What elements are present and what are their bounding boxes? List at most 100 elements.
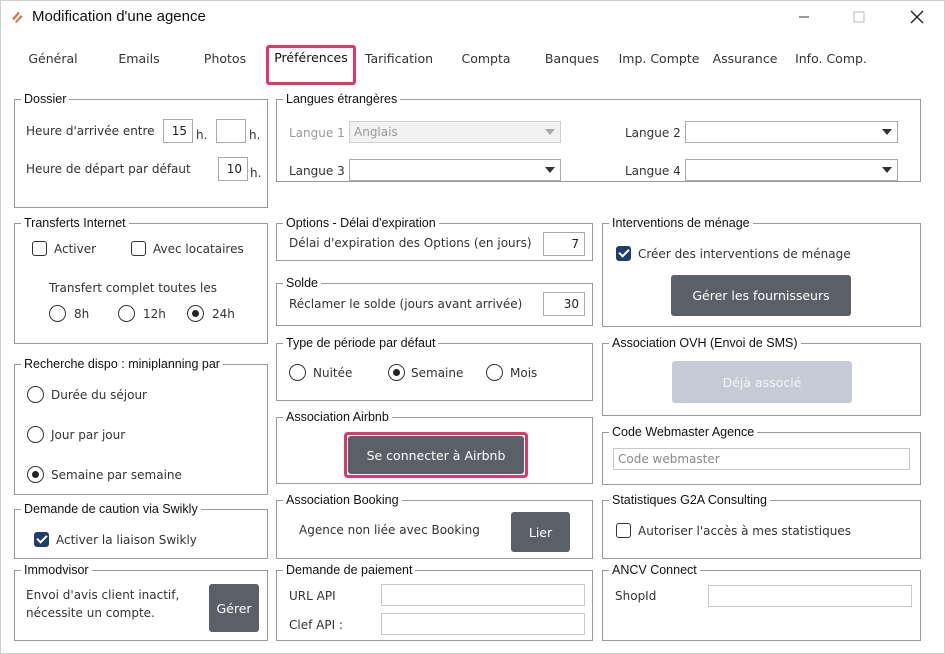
shopid-input[interactable] <box>708 585 912 607</box>
cleaning-title: Interventions de ménage <box>612 216 750 230</box>
language-2-label: Langue 2 <box>625 126 681 140</box>
radio-24h[interactable] <box>187 305 204 322</box>
tab-photos[interactable]: Photos <box>204 51 246 66</box>
tab-banques[interactable]: Banques <box>545 51 599 66</box>
radio-semaine-par-semaine[interactable] <box>27 466 44 483</box>
minimize-button[interactable] <box>789 5 819 29</box>
arrival-to-unit: h. <box>249 128 261 142</box>
stats-checkbox[interactable] <box>616 523 631 538</box>
radio-8h[interactable] <box>49 305 66 322</box>
arrival-to-input[interactable] <box>216 119 246 143</box>
balance-input[interactable]: 30 <box>543 292 585 316</box>
tab-emails[interactable]: Emails <box>118 51 159 66</box>
radio-duree-sejour-label: Durée du séjour <box>51 388 147 402</box>
immodvisor-title: Immodvisor <box>24 563 89 577</box>
clef-api-label: Clef API : <box>289 618 343 632</box>
radio-8h-label: 8h <box>74 307 90 321</box>
radio-mois-label: Mois <box>510 366 538 380</box>
tab-compta[interactable]: Compta <box>461 51 510 66</box>
url-api-label: URL API <box>289 589 336 603</box>
language-3-select[interactable] <box>349 159 561 181</box>
swikly-label: Activer la liaison Swikly <box>56 533 197 547</box>
tab-tarification[interactable]: Tarification <box>365 51 433 66</box>
minimize-icon <box>799 16 809 18</box>
radio-12h-label: 12h <box>143 307 166 321</box>
radio-nuitee-label: Nuitée <box>313 366 353 380</box>
stats-label: Autoriser l'accès à mes statistiques <box>638 524 851 538</box>
arrival-from-unit: h. <box>196 128 208 142</box>
immodvisor-line-1: Envoi d'avis client inactif, <box>26 588 180 602</box>
tab-imp-compte[interactable]: Imp. Compte <box>619 51 700 66</box>
clef-api-input[interactable] <box>381 613 585 635</box>
language-4-select[interactable] <box>685 159 898 181</box>
radio-semaine[interactable] <box>388 364 405 381</box>
booking-title: Association Booking <box>286 493 399 507</box>
avec-locataires-checkbox[interactable] <box>131 241 146 256</box>
radio-semaine-par-semaine-label: Semaine par semaine <box>51 468 182 482</box>
airbnb-title: Association Airbnb <box>286 410 389 424</box>
tab-assurance[interactable]: Assurance <box>713 51 778 66</box>
transfers-group: Transferts Internet <box>14 216 268 344</box>
language-4-label: Langue 4 <box>625 164 681 178</box>
maximize-icon <box>853 11 865 23</box>
swikly-group: Demande de caution via Swikly <box>14 502 268 559</box>
options-expiration-title: Options - Délai d'expiration <box>286 216 436 230</box>
webmaster-title: Code Webmaster Agence <box>612 425 755 439</box>
activer-label: Activer <box>54 242 97 256</box>
activer-checkbox[interactable] <box>32 241 47 256</box>
swikly-checkbox[interactable] <box>34 532 49 547</box>
avec-locataires-label: Avec locataires <box>153 242 244 256</box>
shopid-label: ShopId <box>615 589 657 603</box>
language-3-label: Langue 3 <box>289 164 345 178</box>
radio-12h[interactable] <box>118 305 135 322</box>
expiration-input[interactable]: 7 <box>543 232 585 256</box>
manage-suppliers-button[interactable]: Gérer les fournisseurs <box>671 275 851 316</box>
radio-duree-sejour[interactable] <box>27 386 44 403</box>
period-type-title: Type de période par défaut <box>286 336 436 350</box>
balance-label: Réclamer le solde (jours avant arrivée) <box>289 297 523 311</box>
dropdown-arrow-icon <box>882 167 892 173</box>
tab-info-comp[interactable]: Info. Comp. <box>795 51 867 66</box>
tab-bar: Général Emails Photos Préférences Tarifi… <box>1 41 945 86</box>
expiration-label: Délai d'expiration des Options (en jours… <box>289 236 532 250</box>
ovh-title: Association OVH (Envoi de SMS) <box>612 336 798 350</box>
tab-general[interactable]: Général <box>28 51 77 66</box>
dropdown-arrow-icon <box>545 167 555 173</box>
webmaster-code-input[interactable]: Code webmaster <box>613 448 910 470</box>
tab-preferences[interactable]: Préférences <box>274 50 348 65</box>
close-button[interactable] <box>902 5 932 29</box>
departure-input[interactable]: 10 <box>218 157 248 181</box>
departure-unit: h. <box>250 166 262 180</box>
radio-24h-label: 24h <box>212 307 235 321</box>
title-bar: Modification d'une agence <box>1 1 945 35</box>
window-title: Modification d'une agence <box>32 8 206 25</box>
dropdown-arrow-icon <box>545 129 555 135</box>
maximize-button[interactable] <box>844 5 874 29</box>
balance-title: Solde <box>286 276 318 290</box>
search-availability-title: Recherche dispo : miniplanning par <box>24 357 220 371</box>
booking-status: Agence non liée avec Booking <box>299 523 480 537</box>
radio-mois[interactable] <box>486 364 503 381</box>
url-api-input[interactable] <box>381 584 585 606</box>
language-1-label: Langue 1 <box>289 126 345 140</box>
radio-semaine-label: Semaine <box>411 366 464 380</box>
payment-title: Demande de paiement <box>286 563 413 577</box>
create-cleaning-label: Créer des interventions de ménage <box>638 247 851 261</box>
arrival-label: Heure d'arrivée entre <box>26 124 155 138</box>
link-booking-button[interactable]: Lier <box>511 512 570 552</box>
swikly-title: Demande de caution via Swikly <box>24 502 198 516</box>
dropdown-arrow-icon <box>882 129 892 135</box>
language-1-select: Anglais <box>349 121 561 143</box>
arrival-from-input[interactable]: 15 <box>163 119 193 143</box>
manage-immodvisor-button[interactable]: Gérer <box>209 584 259 632</box>
transfer-frequency-label: Transfert complet toutes les <box>49 281 218 295</box>
language-2-select[interactable] <box>685 121 898 143</box>
dossier-group: Dossier <box>14 92 268 208</box>
connect-airbnb-button[interactable]: Se connecter à Airbnb <box>348 436 524 474</box>
create-cleaning-checkbox[interactable] <box>616 246 631 261</box>
radio-jour-par-jour[interactable] <box>27 426 44 443</box>
language-1-value: Anglais <box>354 125 398 139</box>
dossier-title: Dossier <box>24 92 67 106</box>
radio-nuitee[interactable] <box>289 364 306 381</box>
immodvisor-line-2: nécessite un compte. <box>26 606 155 620</box>
